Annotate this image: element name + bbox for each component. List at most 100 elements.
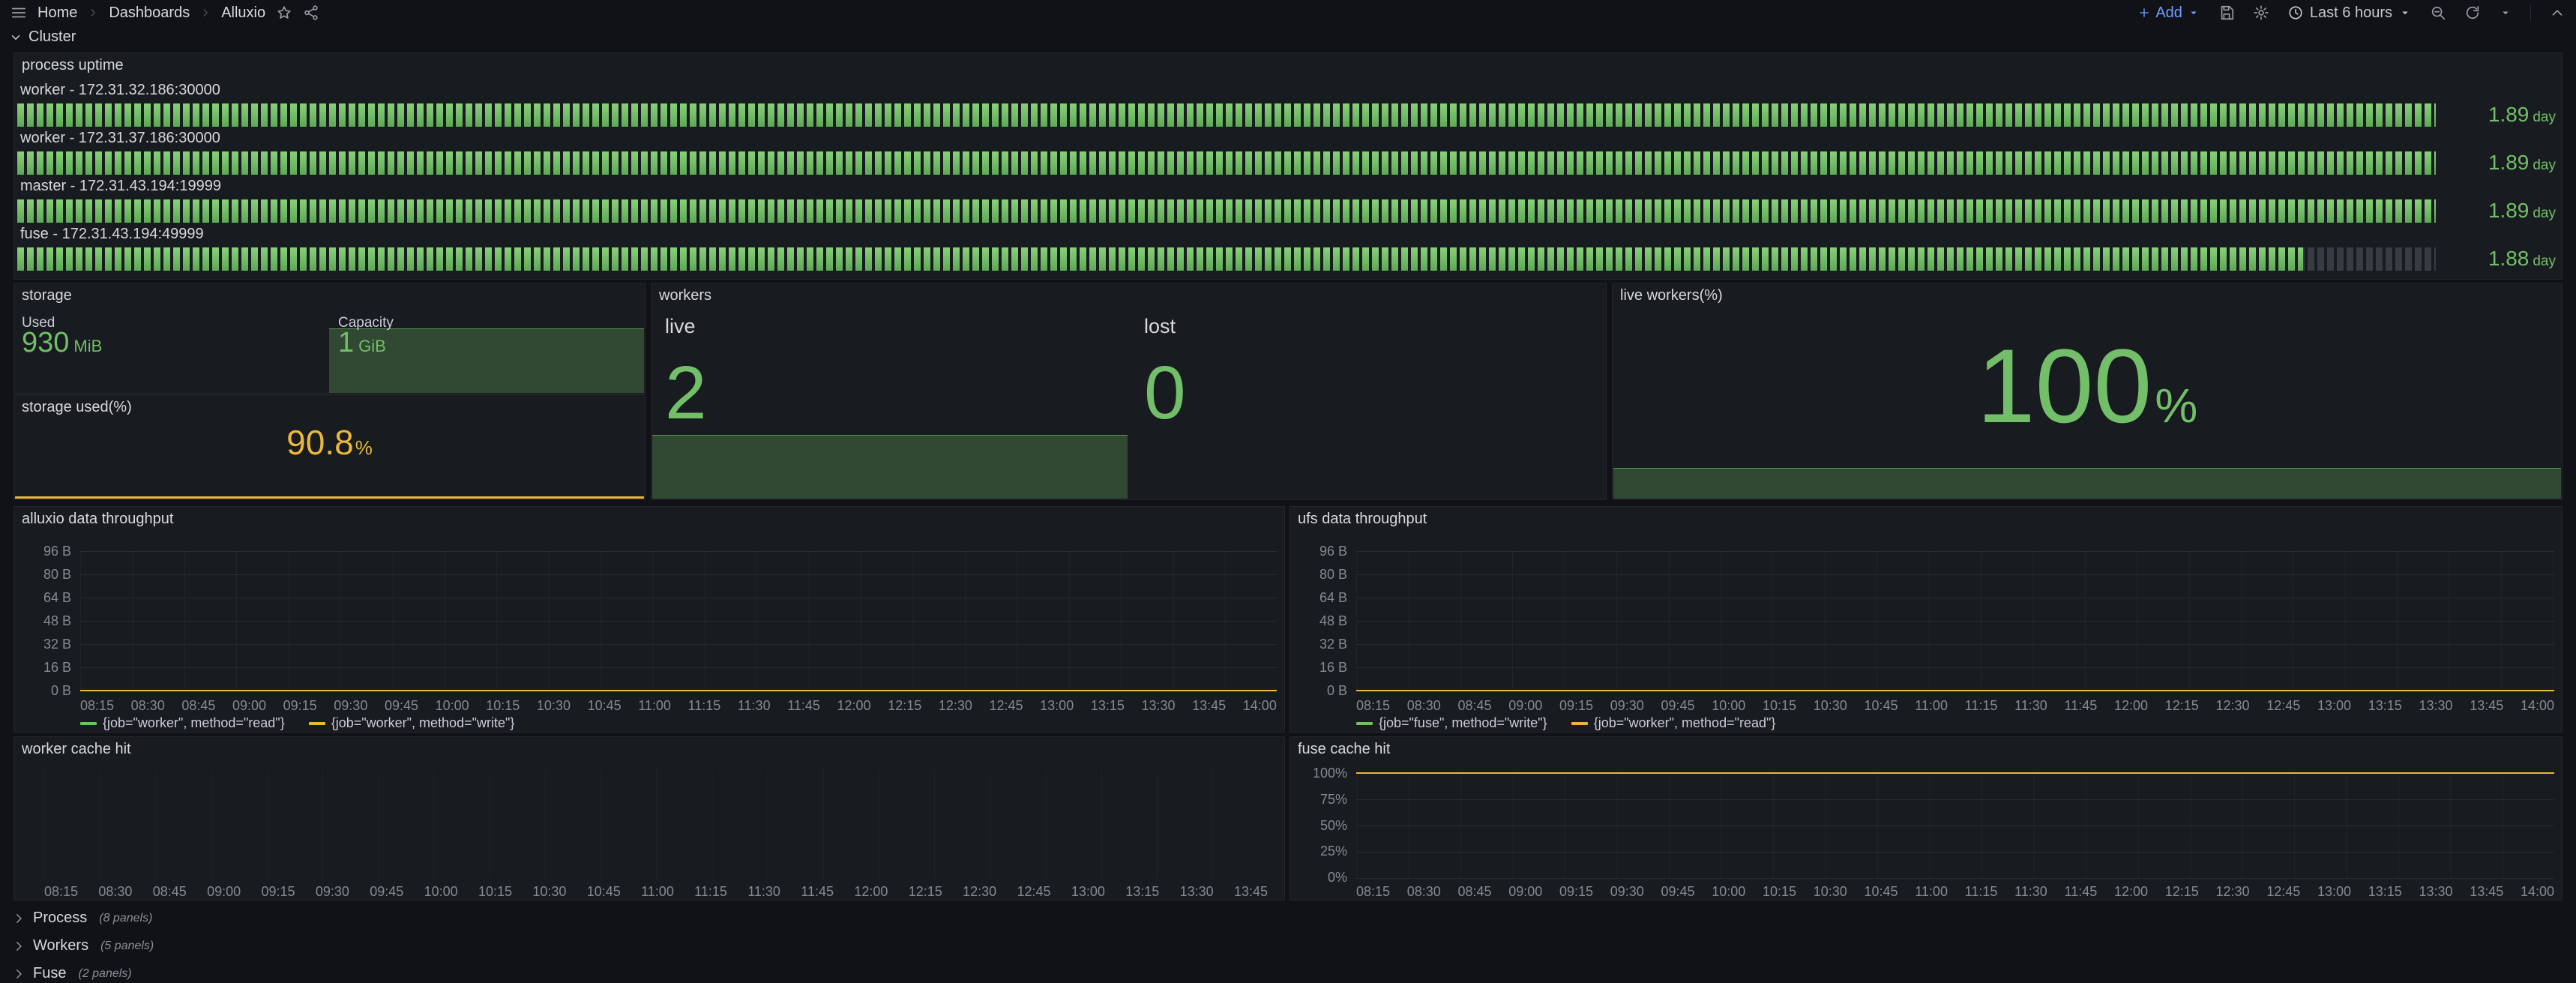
stat-value-live-workers: 100% (1613, 325, 2562, 478)
plot-area[interactable] (44, 770, 1268, 880)
row-title: Fuse (33, 965, 66, 982)
x-tick-label: 14:00 (1243, 698, 1277, 714)
x-tick-label: 14:00 (2521, 698, 2554, 714)
panel-title[interactable]: alluxio data throughput (22, 511, 173, 528)
legend-item[interactable]: {job="worker", method="write"} (309, 715, 515, 731)
breadcrumb-dashboards[interactable]: Dashboards (109, 4, 190, 22)
stat-value-storage-used: 90.8% (14, 422, 645, 487)
panel-title[interactable]: ufs data throughput (1298, 511, 1427, 528)
x-tick-label: 10:45 (588, 698, 622, 714)
x-tick-label: 12:00 (2114, 698, 2148, 714)
x-tick-label: 08:15 (1356, 698, 1390, 714)
panel-alluxio-throughput: alluxio data throughput 96 B80 B64 B48 B… (13, 506, 1285, 733)
y-tick-label: 0 B (51, 683, 71, 699)
zoom-out-icon[interactable] (2430, 4, 2446, 21)
x-tick-label: 13:15 (2368, 698, 2402, 714)
breadcrumb-home[interactable]: Home (37, 4, 77, 22)
y-tick-label: 25% (1320, 844, 1347, 859)
chevron-right-icon (12, 967, 25, 981)
add-button[interactable]: Add (2137, 4, 2200, 22)
legend-item[interactable]: {job="fuse", method="write"} (1356, 715, 1547, 731)
gauge-label: worker - 172.31.32.186:30000 (20, 82, 2556, 99)
x-tick-label: 10:45 (1865, 698, 1898, 714)
x-tick-label: 13:15 (1091, 698, 1125, 714)
x-tick-label: 09:30 (334, 698, 367, 714)
collapsed-row-header[interactable]: Workers (5 panels) (0, 932, 2576, 960)
legend-label: {job="worker", method="write"} (331, 715, 515, 731)
uptime-gauge: master - 172.31.43.194:19999 1.89day (17, 178, 2556, 223)
panel-title[interactable]: storage (22, 287, 72, 304)
y-tick-label: 80 B (1319, 567, 1347, 583)
x-tick-label: 10:00 (1712, 698, 1745, 714)
star-icon[interactable] (276, 4, 292, 21)
legend-label: {job="worker", method="read"} (1594, 715, 1776, 731)
gear-icon[interactable] (2253, 4, 2269, 21)
collapsed-row-header[interactable]: Process (8 panels) (0, 904, 2576, 932)
y-tick-label: 96 B (1319, 544, 1347, 559)
legend-item[interactable]: {job="worker", method="read"} (1571, 715, 1776, 731)
caret-down-icon[interactable] (2499, 6, 2512, 19)
uptime-gauge: worker - 172.31.37.186:30000 1.89day (17, 130, 2556, 175)
caret-down-icon (2187, 6, 2200, 19)
panel-title[interactable]: storage used(%) (22, 399, 132, 416)
panel-title[interactable]: worker cache hit (22, 741, 131, 758)
row-title: Workers (33, 937, 88, 955)
x-tick-label: 10:15 (1763, 884, 1796, 900)
x-tick-label: 08:45 (1458, 884, 1492, 900)
panel-title[interactable]: fuse cache hit (1298, 741, 1390, 758)
series-line-hundred (1356, 772, 2554, 774)
menu-icon[interactable] (10, 4, 27, 21)
stat-label-lost: lost (1144, 315, 1176, 338)
y-tick-label: 64 B (1319, 590, 1347, 606)
x-tick-label: 12:45 (990, 698, 1023, 714)
y-tick-label: 75% (1320, 792, 1347, 808)
time-range-picker[interactable]: Last 6 hours (2287, 4, 2412, 22)
stat-value-used: 930MiB (22, 327, 102, 359)
gauge-label: fuse - 172.31.43.194:49999 (20, 226, 2556, 243)
x-tick-label: 11:30 (2014, 698, 2047, 714)
plot-area[interactable] (1356, 773, 2554, 879)
x-tick-label: 13:45 (1192, 698, 1226, 714)
x-tick-label: 10:30 (537, 698, 571, 714)
x-tick-label: 08:30 (1407, 884, 1441, 900)
stat-value-lost: 0 (1144, 355, 1186, 430)
x-tick-label: 09:45 (1661, 698, 1695, 714)
x-tick-label: 09:30 (1610, 884, 1644, 900)
save-icon[interactable] (2218, 4, 2235, 21)
y-tick-label: 0 B (1327, 683, 1347, 699)
x-tick-label: 11:15 (688, 698, 721, 714)
panel-title[interactable]: workers (659, 287, 711, 304)
live-sparkline-area (652, 435, 1128, 499)
refresh-icon[interactable] (2464, 4, 2481, 21)
plot-area[interactable] (80, 551, 1277, 691)
gauge-bar-fill (17, 103, 2436, 127)
x-tick-label: 12:15 (2165, 884, 2199, 900)
panel-storage-used: storage used(%) 90.8% (13, 394, 645, 500)
chevron-right-icon (12, 940, 25, 953)
x-tick-label: 12:30 (963, 884, 996, 900)
stat-value-live: 2 (665, 355, 707, 430)
x-tick-label: 12:30 (939, 698, 972, 714)
share-icon[interactable] (303, 4, 319, 21)
x-tick-label: 11:45 (801, 884, 834, 900)
gauge-label: master - 172.31.43.194:19999 (20, 178, 2556, 195)
add-label: Add (2155, 4, 2182, 22)
x-tick-label: 11:00 (1915, 698, 1948, 714)
x-tick-label: 10:15 (478, 884, 512, 900)
panel-title[interactable]: live workers(%) (1620, 287, 1723, 304)
x-tick-label: 12:00 (837, 698, 871, 714)
row-header-cluster[interactable]: Cluster (9, 28, 76, 46)
chevron-up-icon[interactable] (2549, 4, 2566, 21)
panel-fuse-cache-hit: fuse cache hit 100%75%50%25%0% 08:1508:3… (1289, 736, 2563, 901)
x-tick-label: 08:45 (1458, 698, 1492, 714)
y-tick-label: 16 B (43, 660, 71, 676)
panel-title[interactable]: process uptime (22, 57, 124, 74)
x-tick-label: 10:45 (1865, 884, 1898, 900)
legend-item[interactable]: {job="worker", method="read"} (80, 715, 285, 731)
x-tick-label: 09:45 (385, 698, 418, 714)
plot-area[interactable] (1356, 551, 2554, 691)
collapsed-row-header[interactable]: Fuse (2 panels) (0, 960, 2576, 983)
x-tick-label: 10:15 (1763, 698, 1796, 714)
x-tick-label: 14:00 (2521, 884, 2554, 900)
x-tick-label: 12:30 (2215, 884, 2249, 900)
